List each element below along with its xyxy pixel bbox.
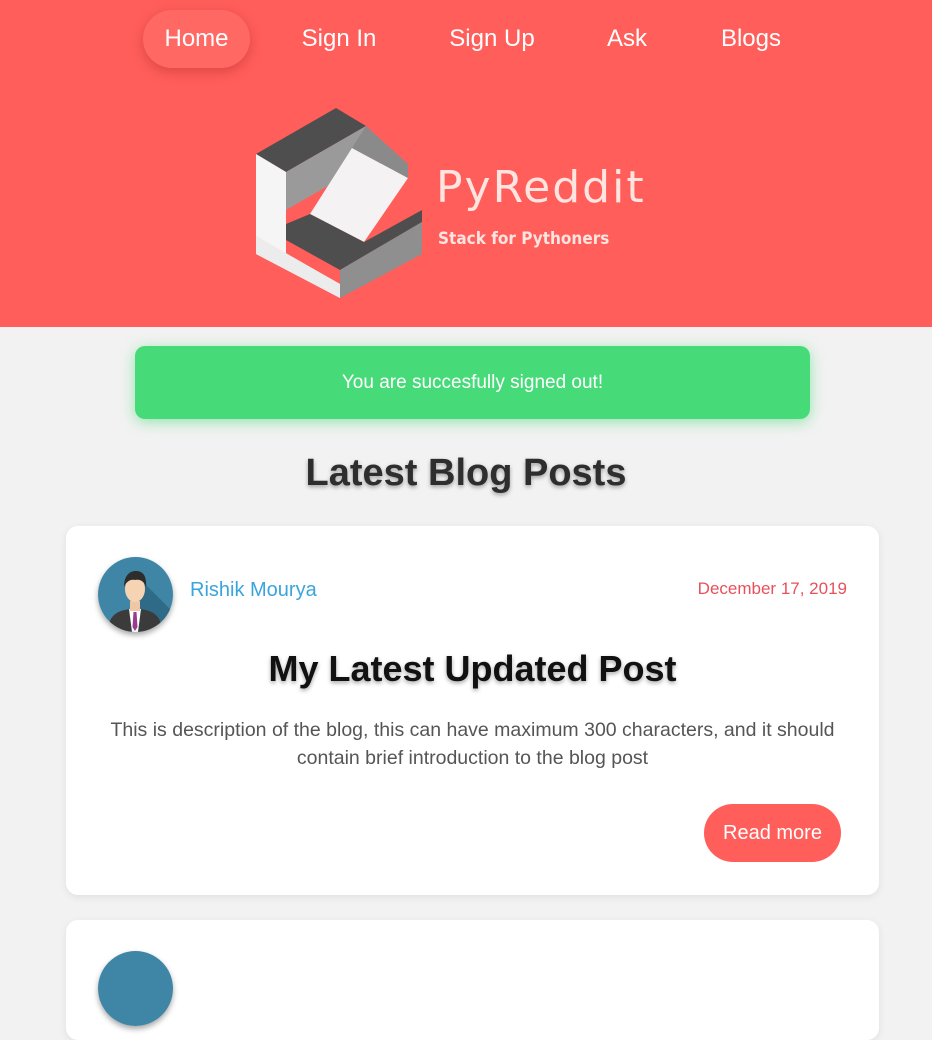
author-avatar: [98, 951, 173, 1026]
nav-sign-up[interactable]: Sign Up: [429, 10, 555, 68]
blog-post-card: [66, 920, 879, 1040]
post-description: This is description of the blog, this ca…: [110, 719, 835, 769]
main-nav: Home Sign In Sign Up Ask Blogs: [0, 0, 932, 80]
nav-home[interactable]: Home: [143, 10, 250, 68]
user-avatar-icon: [98, 951, 173, 1026]
nav-sign-in[interactable]: Sign In: [281, 10, 397, 68]
post-date: December 17, 2019: [697, 579, 847, 598]
nav-ask[interactable]: Ask: [590, 10, 664, 68]
nav-blogs[interactable]: Blogs: [703, 10, 799, 68]
post-title: My Latest Updated Post: [268, 648, 677, 689]
user-avatar-icon: [98, 557, 173, 632]
pyreddit-logo: PyReddit Stack for Pythoners: [256, 108, 646, 298]
author-avatar: [98, 557, 173, 632]
signout-alert: You are succesfully signed out!: [135, 346, 810, 419]
brand-tagline: Stack for Pythoners: [438, 229, 609, 249]
logo-cube-icon: [256, 108, 422, 298]
section-title: Latest Blog Posts: [305, 452, 627, 494]
author-link[interactable]: Rishik Mourya: [190, 579, 317, 602]
brand-name: PyReddit: [436, 162, 646, 213]
site-header: Home Sign In Sign Up Ask Blogs PyReddit …: [0, 0, 932, 327]
read-more-button[interactable]: Read more: [704, 804, 841, 862]
blog-post-card: Rishik Mourya December 17, 2019 My Lates…: [66, 526, 879, 895]
